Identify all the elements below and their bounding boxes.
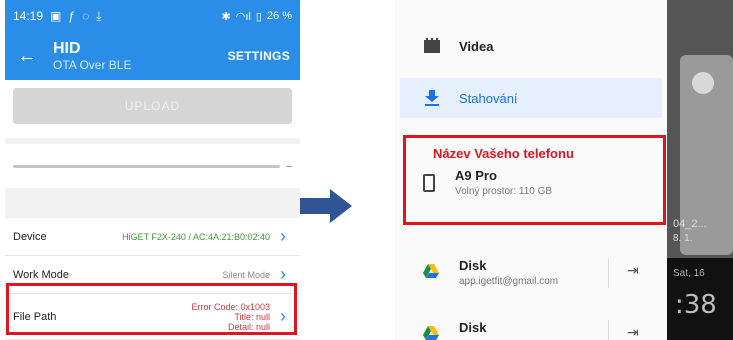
wifi-signal-icon: ◠ıl [235, 10, 251, 23]
battery-icon: ▯ [255, 10, 262, 23]
clock: 14:19 [13, 9, 44, 23]
drawer-item-disk[interactable]: Disk ⇥ [423, 320, 663, 340]
bluetooth-icon: ✱ [221, 10, 231, 23]
download-icon [425, 90, 439, 106]
back-arrow-icon[interactable]: ← [17, 45, 45, 68]
disk-name: Disk [459, 320, 487, 335]
progress-text: – [286, 160, 292, 172]
right-arrow-icon [300, 189, 352, 223]
device-value: HiGET F2X-240 / AC:4A:21:B0:02:40 [122, 231, 270, 242]
workmode-value: Silent Mode [222, 269, 270, 280]
gallery-icon: ▣ [50, 9, 62, 23]
drawer-item-stahovani[interactable]: Stahování [400, 78, 662, 118]
battery-level: 26 % [266, 10, 292, 22]
drawer-item-label: Videa [459, 38, 494, 54]
status-bar: 14:19 ▣ ƒ ◌ ⤓ ✱ ◠ıl ▯ 26 % [5, 0, 300, 32]
disk-account: app.igetfit@gmail.com [459, 276, 559, 287]
drawer-item-label: Stahování [459, 90, 518, 106]
eject-icon[interactable]: ⇥ [627, 262, 639, 279]
video-icon [424, 38, 440, 53]
progress-bar [13, 164, 281, 168]
settings-button[interactable]: SETTINGS [228, 49, 290, 63]
app-title: HID [53, 40, 81, 57]
app-bar: ← HID OTA Over BLE SETTINGS [5, 32, 300, 80]
app-icon [692, 72, 714, 94]
device-row[interactable]: Device HiGET F2X-240 / AC:4A:21:B0:02:40… [5, 218, 300, 256]
eject-icon[interactable]: ⇥ [627, 324, 639, 340]
progress-section: – [5, 144, 300, 188]
highlight-box-phone [403, 135, 666, 225]
bg-file-date: 8. 1. [673, 233, 693, 244]
workmode-label: Work Mode [13, 268, 70, 281]
chevron-right-icon: › [280, 226, 286, 246]
screenshot-composite: 14:19 ▣ ƒ ◌ ⤓ ✱ ◠ıl ▯ 26 % ← HID OTA Ove… [0, 0, 733, 340]
drawer-item-videa[interactable]: Videa [395, 30, 667, 62]
upload-button[interactable]: UPLOAD [13, 88, 292, 124]
drive-icon [423, 326, 439, 340]
drawer-item-disk[interactable]: Disk app.igetfit@gmail.com ⇥ [423, 258, 663, 288]
chevron-right-icon: › [280, 264, 286, 284]
bg-day: Sat, 16 [673, 268, 705, 279]
sync-icon: ◌ [82, 9, 90, 23]
disk-name: Disk [459, 258, 487, 273]
drive-icon [423, 264, 439, 278]
device-label: Device [13, 230, 47, 243]
bg-file-name: 04_2... [673, 218, 707, 230]
highlight-box-filepath [6, 283, 297, 335]
download-done-icon: ⤓ [96, 8, 102, 23]
app-subtitle: OTA Over BLE [53, 58, 132, 72]
bg-time: :38 [675, 290, 717, 320]
notification-icon: ƒ [68, 9, 76, 23]
upload-section: UPLOAD [5, 80, 300, 138]
